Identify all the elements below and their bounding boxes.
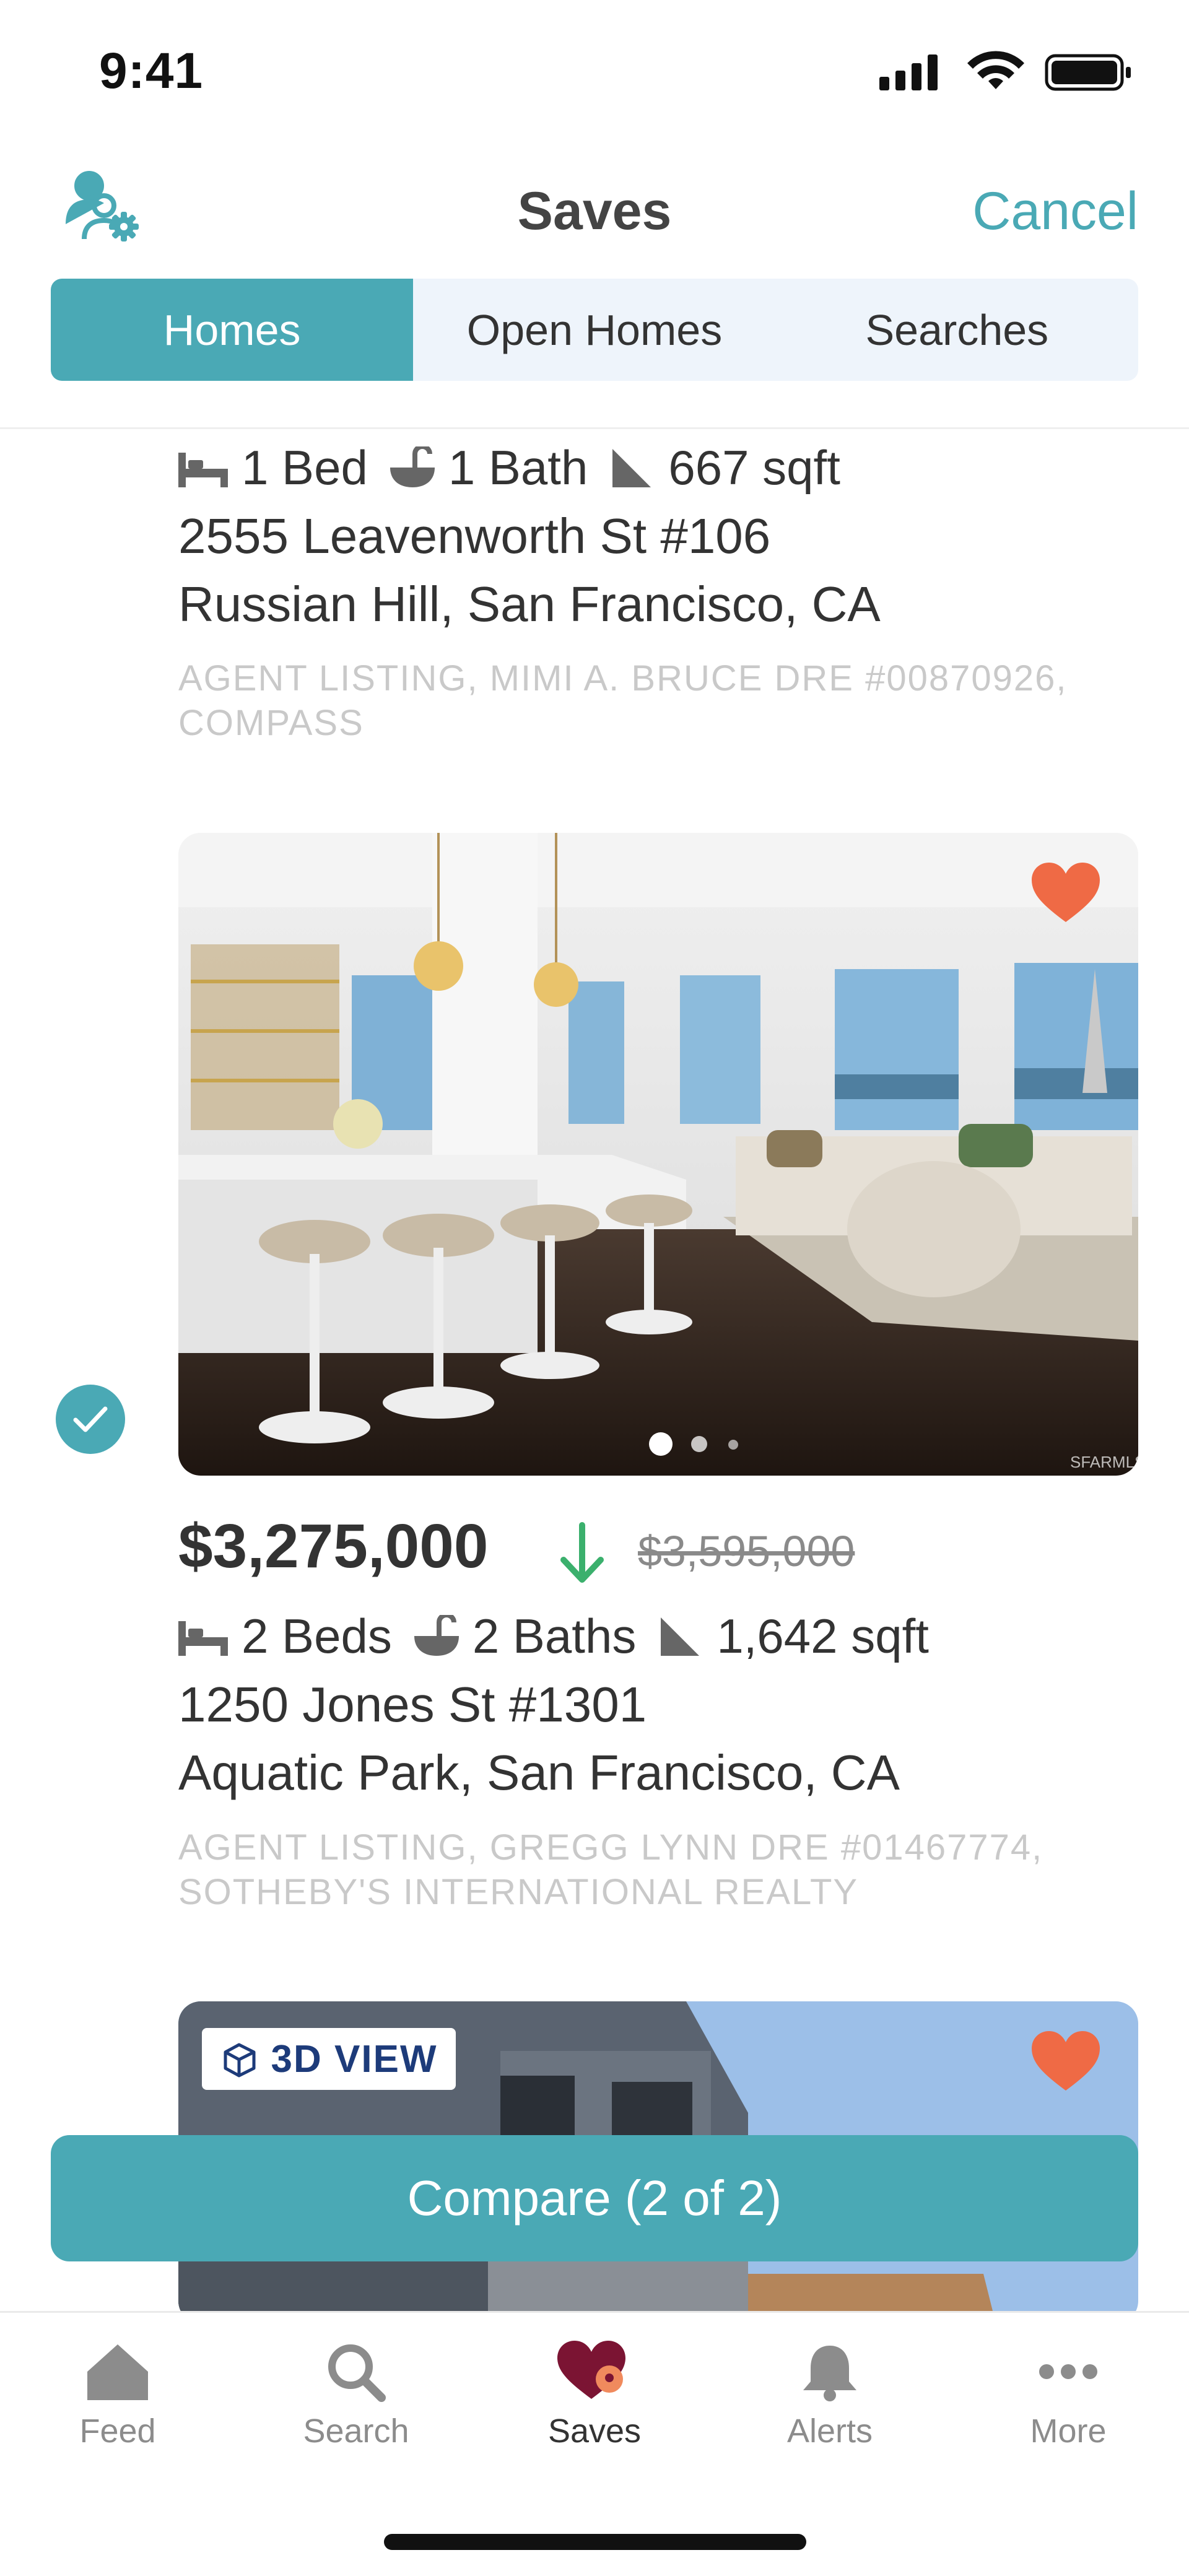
area-icon [661,1617,700,1656]
header-divider [0,427,1189,429]
tab-label: Alerts [786,2413,873,2450]
tab-feed[interactable]: Feed [25,2341,211,2450]
page-dot [691,1436,707,1452]
sqft-value: 1,642 sqft [716,1609,929,1663]
listing-photo[interactable]: SFARMLS [178,833,1138,1476]
baths-count: 1 Bath [448,440,588,495]
selected-checkmark[interactable] [56,1385,125,1454]
cube-icon [224,2043,256,2078]
tab-label: More [1030,2413,1107,2450]
3d-view-label: 3D VIEW [271,2037,438,2081]
baths-count: 2 Baths [472,1609,637,1663]
tab-searches[interactable]: Searches [776,279,1138,381]
compare-button[interactable]: Compare (2 of 2) [51,2135,1138,2261]
battery-icon [1045,54,1131,91]
address-line1: 1250 Jones St #1301 [178,1677,647,1732]
home-indicator [384,2534,806,2550]
tab-label: Feed [79,2413,156,2450]
heart-icon [557,2341,625,2399]
price-down-arrow-icon [560,1522,604,1583]
saves-segmented-control: Homes Open Homes Searches [51,279,1138,381]
tab-search[interactable]: Search [263,2341,449,2450]
cancel-button[interactable]: Cancel [972,181,1138,242]
tab-alerts[interactable]: Alerts [737,2341,923,2450]
listing-details-row: 2 Beds 2 Baths 1,642 sqft [178,1608,929,1664]
checkmark-icon [73,1406,108,1432]
tab-saves[interactable]: Saves [502,2341,687,2450]
address-line2: Aquatic Park, San Francisco, CA [178,1745,900,1800]
agent-listing-text: AGENT LISTING, GREGG LYNN DRE #01467774,… [178,1827,1043,1912]
more-icon [1039,2364,1097,2379]
search-icon [328,2344,386,2402]
beds-count: 1 Bed [242,440,368,495]
bed-icon [178,452,228,487]
3d-view-badge[interactable]: 3D VIEW [202,2028,456,2090]
status-time: 9:41 [99,43,204,99]
agent-listing-text: AGENT LISTING, MIMI A. BRUCE DRE #008709… [178,658,1068,743]
tab-label: Saves [547,2413,642,2450]
cellular-signal-icon [879,54,938,90]
tab-homes[interactable]: Homes [51,279,414,381]
bed-icon [178,1621,228,1656]
tab-open-homes[interactable]: Open Homes [413,279,775,381]
area-icon [612,448,651,487]
previous-price: $3,595,000 [638,1527,855,1575]
favorite-heart-icon[interactable] [1032,2031,1100,2093]
address-line1: 2555 Leavenworth St #106 [178,508,771,564]
sqft-value: 667 sqft [668,440,840,495]
address-line2: Russian Hill, San Francisco, CA [178,577,881,632]
status-icons [879,51,1131,91]
beds-count: 2 Beds [242,1609,392,1663]
bell-icon [803,2346,856,2401]
tab-label: Search [303,2413,409,2450]
home-icon [87,2344,148,2400]
bath-icon [414,1614,459,1656]
wifi-icon [967,51,1024,89]
tab-more[interactable]: More [975,2341,1161,2450]
listing-details-row: 1 Bed 1 Bath 667 sqft [178,440,840,496]
listing-price: $3,275,000 [178,1512,489,1581]
page-dot-active [649,1432,673,1456]
photo-pagination [178,833,1138,1476]
page-dot [728,1440,738,1450]
bath-icon [390,446,435,487]
